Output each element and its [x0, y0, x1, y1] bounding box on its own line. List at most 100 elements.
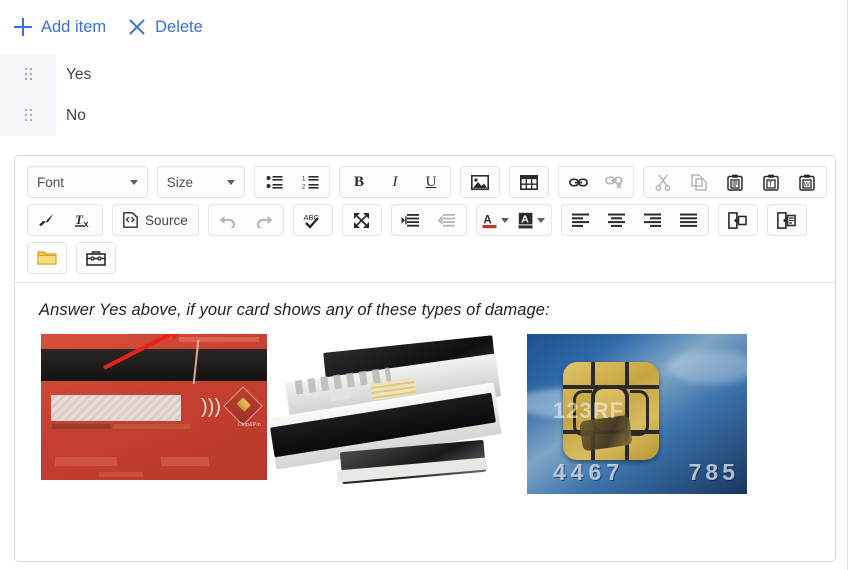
cut-button[interactable]: [645, 168, 681, 196]
insert-link-button[interactable]: [560, 168, 596, 196]
templates-group: [76, 242, 116, 274]
folder-icon: [37, 251, 57, 265]
delete-button[interactable]: Delete: [128, 18, 203, 36]
text-style-group: B I U: [339, 166, 451, 198]
clear-format-icon: T x: [74, 212, 88, 228]
browse-files-button[interactable]: [29, 244, 65, 272]
table-group: [509, 166, 549, 198]
svg-text:A: A: [521, 213, 529, 225]
bold-icon: B: [353, 173, 364, 190]
scissors-icon: [655, 174, 671, 191]
embossed-number-left: 4467: [553, 459, 625, 485]
align-justify-button[interactable]: [671, 206, 707, 234]
copy-button[interactable]: [681, 168, 717, 196]
list-item[interactable]: No: [0, 95, 320, 136]
damaged-card-delaminated-image[interactable]: [267, 334, 513, 486]
remove-format-button[interactable]: [29, 206, 65, 234]
damaged-card-scratched-stripe-image[interactable]: ))) Chip&Pin: [41, 334, 267, 480]
background-color-button[interactable]: A: [514, 206, 550, 234]
editor-toolbar: Font Size 1 2 B I U T W T x Source ABC A…: [15, 156, 835, 283]
maximize-button[interactable]: [344, 206, 380, 234]
increase-indent-icon: [401, 213, 420, 227]
paste-button[interactable]: [717, 168, 753, 196]
drag-handle-no[interactable]: [0, 95, 56, 136]
embossed-number-right: 785: [688, 459, 739, 485]
spellcheck-icon: ABC: [303, 213, 319, 229]
option-list: Yes No: [0, 54, 320, 136]
text-direction-ltr-button[interactable]: [720, 206, 756, 234]
decrease-indent-button[interactable]: [429, 206, 465, 234]
redo-button[interactable]: [246, 206, 282, 234]
font-size-select[interactable]: Size: [156, 166, 245, 198]
undo-button[interactable]: [210, 206, 246, 234]
image-icon: [471, 174, 489, 190]
maximize-icon: [354, 212, 370, 228]
text-color-icon: A: [482, 214, 497, 228]
unlink-icon: [604, 176, 623, 189]
contactless-icon: ))): [201, 396, 221, 418]
link-icon: [568, 177, 588, 187]
format-group: T x: [27, 204, 103, 236]
insert-table-button[interactable]: [511, 168, 547, 196]
align-right-button[interactable]: [635, 206, 671, 234]
background-color-icon: A: [518, 212, 533, 228]
unlink-button[interactable]: [596, 168, 632, 196]
paste-text-icon: T: [763, 174, 779, 191]
card-top-text: [179, 337, 259, 342]
close-icon: [128, 18, 146, 36]
italic-button[interactable]: I: [377, 168, 413, 196]
page-root: Add item Delete Yes No Font Size 1 2 B I…: [0, 0, 848, 570]
drag-handle-yes[interactable]: [0, 54, 56, 95]
editor-content-area[interactable]: Answer Yes above, if your card shows any…: [15, 283, 835, 561]
rich-text-editor: Font Size 1 2 B I U T W T x Source ABC A…: [14, 155, 836, 562]
paste-as-text-button[interactable]: T: [753, 168, 789, 196]
card-bottom-text-center: [99, 472, 143, 477]
templates-button[interactable]: [78, 244, 114, 272]
font-family-select[interactable]: Font: [27, 166, 148, 198]
clipboard-group: T W: [643, 166, 827, 198]
spellcheck-button[interactable]: ABC: [295, 206, 331, 234]
align-left-button[interactable]: [563, 206, 599, 234]
add-item-label: Add item: [41, 17, 107, 36]
list-group: 1 2: [254, 166, 330, 198]
source-code-icon: [123, 212, 138, 228]
bulleted-list-button[interactable]: [256, 168, 292, 196]
option-label-no: No: [66, 106, 86, 124]
font-size-label: Size: [166, 174, 193, 190]
signature-panel: [51, 395, 181, 421]
align-center-button[interactable]: [599, 206, 635, 234]
alignment-group: [560, 204, 709, 236]
browse-group: [27, 242, 67, 274]
magnetic-stripe: [41, 349, 267, 381]
instruction-paragraph: Answer Yes above, if your card shows any…: [39, 301, 550, 319]
paste-icon: [727, 174, 743, 191]
redo-icon: [256, 215, 273, 228]
text-direction-rtl-button[interactable]: [769, 206, 805, 234]
clear-formatting-button[interactable]: T x: [65, 206, 101, 234]
card-bottom-text-left: [55, 457, 117, 466]
underline-button[interactable]: U: [413, 168, 449, 196]
add-item-button[interactable]: Add item: [14, 18, 106, 36]
underline-icon: U: [425, 173, 437, 190]
briefcase-icon: [86, 250, 106, 266]
source-label: Source: [145, 212, 188, 228]
bold-button[interactable]: B: [341, 168, 377, 196]
chevron-down-icon: [501, 217, 510, 223]
table-icon: [520, 174, 538, 190]
toolbar-row-3: [27, 242, 827, 274]
spellcheck-group: ABC: [292, 204, 333, 236]
insert-image-button[interactable]: [462, 168, 498, 196]
source-button[interactable]: Source: [114, 206, 197, 234]
numbered-list-button[interactable]: 1 2: [292, 168, 328, 196]
decrease-indent-icon: [437, 213, 456, 227]
list-item[interactable]: Yes: [0, 54, 320, 95]
svg-text:1: 1: [302, 176, 306, 182]
delete-label: Delete: [155, 17, 203, 36]
increase-indent-button[interactable]: [393, 206, 429, 234]
text-color-button[interactable]: A: [478, 206, 514, 234]
damaged-card-chip-image[interactable]: 123RF 4467 785: [527, 334, 747, 494]
numbered-list-icon: 1 2: [302, 175, 318, 190]
drag-handle-icon: [24, 109, 32, 122]
svg-text:2: 2: [302, 184, 306, 190]
paste-from-word-button[interactable]: W: [789, 168, 825, 196]
